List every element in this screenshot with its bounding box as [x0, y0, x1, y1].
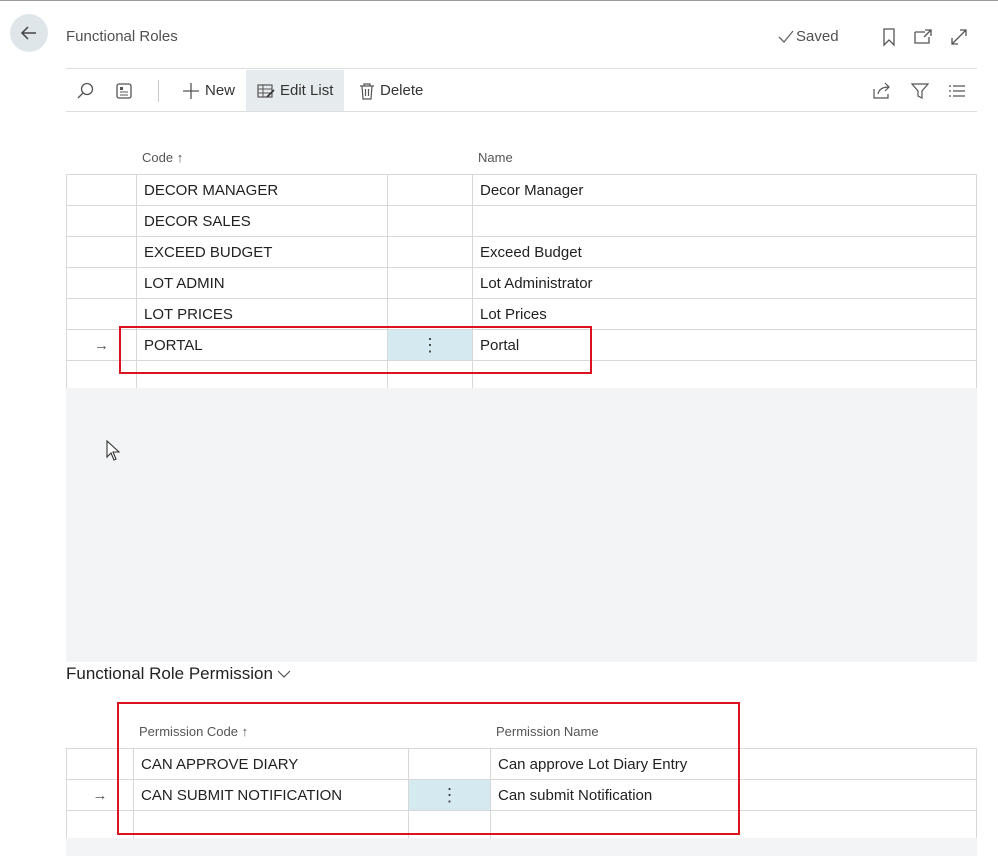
row-indicator: [66, 174, 137, 206]
spacer-cell: [387, 267, 473, 299]
saved-label: Saved: [796, 28, 839, 45]
toolbar-separator: [158, 80, 159, 102]
search-icon: [77, 82, 94, 98]
filter-button[interactable]: [908, 70, 932, 111]
page-layout-button[interactable]: [110, 70, 138, 111]
permission-section-title: Functional Role Permission: [66, 664, 273, 683]
expand-icon[interactable]: [948, 26, 970, 48]
arrow-left-icon: [20, 26, 36, 40]
name-cell[interactable]: Decor Manager: [472, 174, 977, 206]
toolbar-divider: [66, 111, 977, 112]
bookmark-icon[interactable]: [878, 26, 900, 48]
header-divider: [66, 68, 977, 69]
share-icon: [873, 82, 890, 99]
new-button-label: New: [205, 82, 236, 99]
highlight-box-permissions: [117, 702, 740, 835]
table-row[interactable]: LOT ADMIN Lot Administrator: [66, 267, 977, 299]
spacer-cell: [387, 236, 473, 268]
column-header-name[interactable]: Name: [478, 150, 513, 165]
list-empty-area: [66, 388, 977, 662]
page-title: Functional Roles: [66, 28, 178, 45]
window-top-border: [0, 0, 998, 1]
share-button[interactable]: [870, 70, 894, 111]
back-button[interactable]: [10, 14, 48, 52]
chevron-down-icon: [277, 670, 291, 678]
code-cell[interactable]: DECOR MANAGER: [136, 174, 388, 206]
name-cell[interactable]: Exceed Budget: [472, 236, 977, 268]
table-row[interactable]: EXCEED BUDGET Exceed Budget: [66, 236, 977, 268]
edit-list-button[interactable]: Edit List: [246, 70, 344, 111]
spacer-cell: [387, 298, 473, 330]
edit-list-button-label: Edit List: [280, 82, 334, 99]
row-indicator: [66, 298, 137, 330]
code-cell[interactable]: DECOR SALES: [136, 205, 388, 237]
row-indicator: [66, 205, 137, 237]
column-header-code[interactable]: Code ↑: [142, 150, 183, 165]
new-button[interactable]: New: [176, 70, 241, 111]
row-indicator: [66, 267, 137, 299]
name-cell[interactable]: [472, 205, 977, 237]
open-in-new-window-icon[interactable]: [912, 26, 934, 48]
filter-icon: [910, 82, 930, 99]
table-row[interactable]: LOT PRICES Lot Prices: [66, 298, 977, 330]
delete-button[interactable]: Delete: [355, 70, 427, 111]
highlight-box-portal: [119, 326, 592, 374]
name-cell[interactable]: Lot Administrator: [472, 267, 977, 299]
name-cell[interactable]: Lot Prices: [472, 298, 977, 330]
table-row[interactable]: DECOR MANAGER Decor Manager: [66, 174, 977, 206]
row-indicator: [66, 236, 137, 268]
page-layout-icon: [116, 82, 132, 99]
delete-button-label: Delete: [380, 82, 424, 99]
edit-list-icon: [257, 83, 275, 98]
code-cell[interactable]: LOT PRICES: [136, 298, 388, 330]
mouse-cursor-icon: [106, 440, 121, 461]
permission-section-header[interactable]: Functional Role Permission: [66, 664, 292, 684]
sort-ascending-icon: ↑: [176, 150, 184, 165]
permissions-empty-area: [66, 838, 977, 856]
code-cell[interactable]: LOT ADMIN: [136, 267, 388, 299]
trash-icon: [360, 82, 374, 100]
spacer-cell: [387, 205, 473, 237]
list-view-button[interactable]: [945, 70, 969, 111]
code-cell[interactable]: EXCEED BUDGET: [136, 236, 388, 268]
saved-status: Saved: [778, 28, 839, 45]
table-row[interactable]: DECOR SALES: [66, 205, 977, 237]
plus-icon: [183, 82, 199, 99]
spacer-cell: [387, 174, 473, 206]
list-view-icon: [949, 84, 965, 97]
search-button[interactable]: [72, 70, 100, 111]
checkmark-icon: [778, 30, 794, 43]
